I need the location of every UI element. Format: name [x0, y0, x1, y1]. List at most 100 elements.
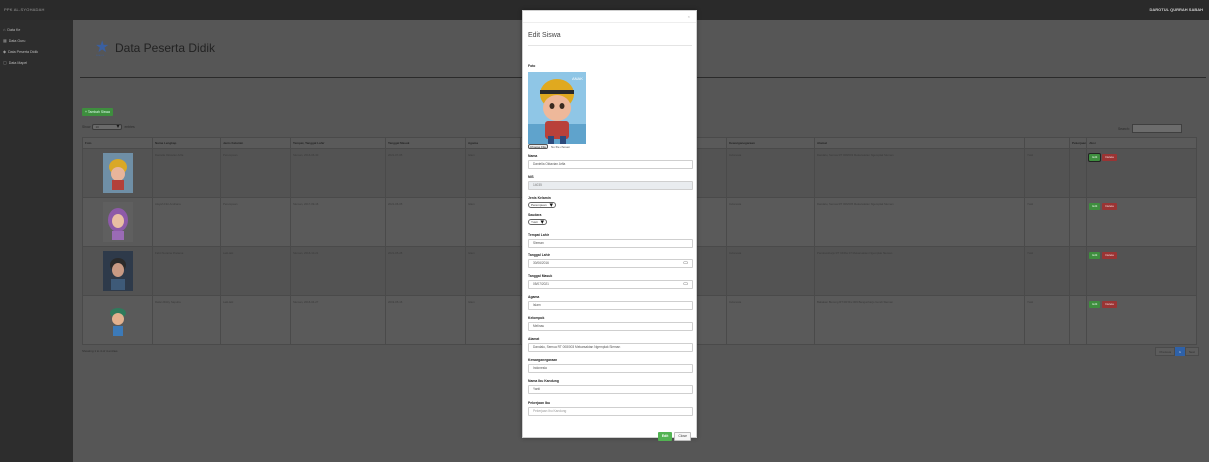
home-icon: ⌂ — [3, 27, 6, 32]
jenis-kelamin-select[interactable]: Perempuan ▾ — [528, 202, 557, 209]
tanggal-lahir-field[interactable]: 30/06/2016 ▭ — [528, 259, 693, 268]
edit-button[interactable]: Edit — [1089, 252, 1101, 259]
saudara-value: Yusti — [531, 220, 538, 224]
alamat-field[interactable]: Dandalu, Semua RT 008/003 Mekarsaktan Ng… — [528, 343, 693, 352]
sidebar-item-data-guru[interactable]: ▦ Data Guru — [0, 35, 73, 46]
star-logo-icon: ★ — [95, 39, 110, 56]
page-title: Data Peserta Didik — [115, 41, 216, 55]
saudara-group: Saudara Yusti ▾ — [528, 213, 693, 226]
school-logo: ★ SCHOOL — [95, 39, 110, 58]
edit-button[interactable]: Edit — [1089, 203, 1101, 210]
tanggal-masuk-value: 05/07/2021 — [533, 282, 549, 286]
student-photo — [102, 251, 133, 291]
agama-cell: Islam — [465, 246, 521, 296]
add-student-button[interactable]: + Tambah Siswa — [82, 108, 113, 116]
foto-group: Foto — [528, 64, 693, 70]
col-header[interactable]: Alamat — [814, 137, 1025, 149]
jenis-kelamin-label: Jenis Kelamin — [528, 196, 551, 200]
student-photo — [102, 153, 133, 193]
col-header[interactable]: Foto — [82, 137, 153, 149]
delete-button[interactable]: Delete — [1102, 252, 1118, 259]
alamat-cell: Pandowoharjo RT 04/Rw 07 Mekarsaktan Nge… — [814, 246, 1025, 296]
ttl-cell: Sleman, 2016-04-27 — [290, 295, 386, 345]
gender-cell: Perempuan — [220, 197, 291, 247]
nis-group: NIS 14035 — [528, 175, 693, 190]
edit-button[interactable]: Edit — [1089, 301, 1101, 308]
action-cell: Edit Delete — [1086, 148, 1197, 198]
close-button[interactable]: Close — [674, 432, 691, 441]
table-info: Showing 1 to 4 of 4 entries — [82, 349, 118, 353]
agama-field[interactable]: Islam — [528, 301, 693, 310]
col-header[interactable]: Kewarganegaraan — [726, 137, 815, 149]
pagination-page[interactable]: 1 — [1175, 347, 1185, 356]
gender-cell: Perempuan — [220, 148, 291, 198]
pagination: Previous 1 Next — [1155, 347, 1199, 356]
col-header[interactable]: Jenis Kelamin — [220, 137, 291, 149]
kewarganegaraan-group: Kewarganegaraan Indonesia — [528, 358, 693, 373]
name-cell: Daniella Oktavian Arfla — [152, 148, 221, 198]
col-header[interactable]: Tempat, Tanggal Lahir — [290, 137, 386, 149]
sidebar-item-data-ke[interactable]: ⌂ Data Ke — [0, 24, 73, 35]
book-icon: ▢ — [3, 60, 7, 65]
edit-submit-button[interactable]: Edit — [657, 432, 673, 441]
edit-button[interactable]: Edit — [1088, 153, 1102, 162]
tempat-lahir-group: Tempat Lahir Sleman — [528, 233, 693, 248]
action-cell: Edit Delete — [1086, 295, 1197, 345]
pagination-previous[interactable]: Previous — [1155, 347, 1176, 356]
agama-cell: Islam — [465, 148, 521, 198]
kewarganegaraan-field[interactable]: Indonesia — [528, 364, 693, 373]
cell: Yusti — [1024, 246, 1070, 296]
pekerjaan-ibu-group: Pekerjaan Ibu Pekerjaan Ibu Kandung — [528, 401, 693, 416]
pekerjaan-cell — [1068, 246, 1088, 296]
col-header[interactable]: Aksi — [1086, 137, 1197, 149]
search-input[interactable] — [1131, 124, 1182, 133]
length-prefix: Show — [82, 125, 91, 129]
brand-title[interactable]: PPK AL-SYOHADAH — [4, 7, 45, 12]
entries-select[interactable]: 10 ▾ — [92, 123, 123, 130]
sidebar-item-data-mapel[interactable]: ▢ Data Mapel — [0, 57, 73, 68]
col-header[interactable]: Pekerjaan — [1068, 137, 1088, 149]
tanggal-lahir-label: Tanggal Lahir — [528, 253, 550, 257]
delete-button[interactable]: Delete — [1102, 301, 1118, 308]
calendar-icon[interactable]: ▭ — [683, 260, 688, 267]
col-header[interactable] — [1024, 137, 1070, 149]
nis-field[interactable]: 14035 — [528, 181, 693, 190]
sidebar-item-data-peserta-didik[interactable]: ◆ Data Peserta Didik — [0, 46, 73, 57]
kelompok-group: Kelompok Melinau — [528, 316, 693, 331]
pekerjaan-ibu-label: Pekerjaan Ibu — [528, 401, 551, 405]
warga-cell: Indonesia — [726, 197, 815, 247]
kelompok-field[interactable]: Melinau — [528, 322, 693, 331]
chevron-down-icon: ▾ — [540, 218, 545, 226]
delete-button[interactable]: Delete — [1102, 154, 1118, 161]
tempat-lahir-field[interactable]: Sleman — [528, 239, 693, 248]
nama-field[interactable]: Daniella Oktavian Arfla — [528, 160, 693, 169]
delete-button[interactable]: Delete — [1102, 203, 1118, 210]
modal-title: Edit Siswa — [528, 32, 561, 39]
student-photo — [102, 300, 133, 340]
student-icon: ◆ — [3, 49, 7, 54]
tanggal-masuk-group: Tanggal Masuk 05/07/2021 ▭ — [528, 274, 693, 289]
saudara-select[interactable]: Yusti ▾ — [528, 218, 548, 226]
masuk-cell: 2021-07-05 — [385, 148, 466, 198]
pekerjaan-cell — [1068, 197, 1088, 247]
pekerjaan-cell — [1068, 148, 1088, 198]
alamat-cell: Babakan Bunung RT 08/ Rw 009 Bangunharjo… — [814, 295, 1025, 345]
close-icon[interactable]: × — [688, 14, 690, 19]
pagination-next[interactable]: Next — [1184, 347, 1199, 356]
col-header[interactable]: Tanggal Masuk — [385, 137, 466, 149]
tanggal-masuk-field[interactable]: 05/07/2021 ▭ — [528, 280, 693, 289]
calendar-icon[interactable]: ▭ — [683, 281, 688, 288]
chevron-down-icon: ▾ — [116, 123, 120, 130]
col-header[interactable]: Nama Lengkap — [152, 137, 221, 149]
user-name[interactable]: DAROTUL QURRAH SABAH — [1150, 7, 1203, 12]
alamat-cell: Dandalu, Semua RT 008/003 Mekarsaktan Ng… — [814, 148, 1025, 198]
modal-top-divider — [523, 22, 696, 23]
photo-cell — [82, 148, 153, 198]
nis-label: NIS — [528, 175, 534, 179]
col-header[interactable]: Agama — [465, 137, 521, 149]
modal-header-divider — [528, 45, 692, 46]
choose-file-button[interactable]: Choose File — [528, 144, 549, 149]
pekerjaan-ibu-field[interactable]: Pekerjaan Ibu Kandung — [528, 407, 693, 416]
nama-ibu-field[interactable]: Yanti — [528, 385, 693, 394]
nama-label: Nama — [528, 154, 538, 158]
